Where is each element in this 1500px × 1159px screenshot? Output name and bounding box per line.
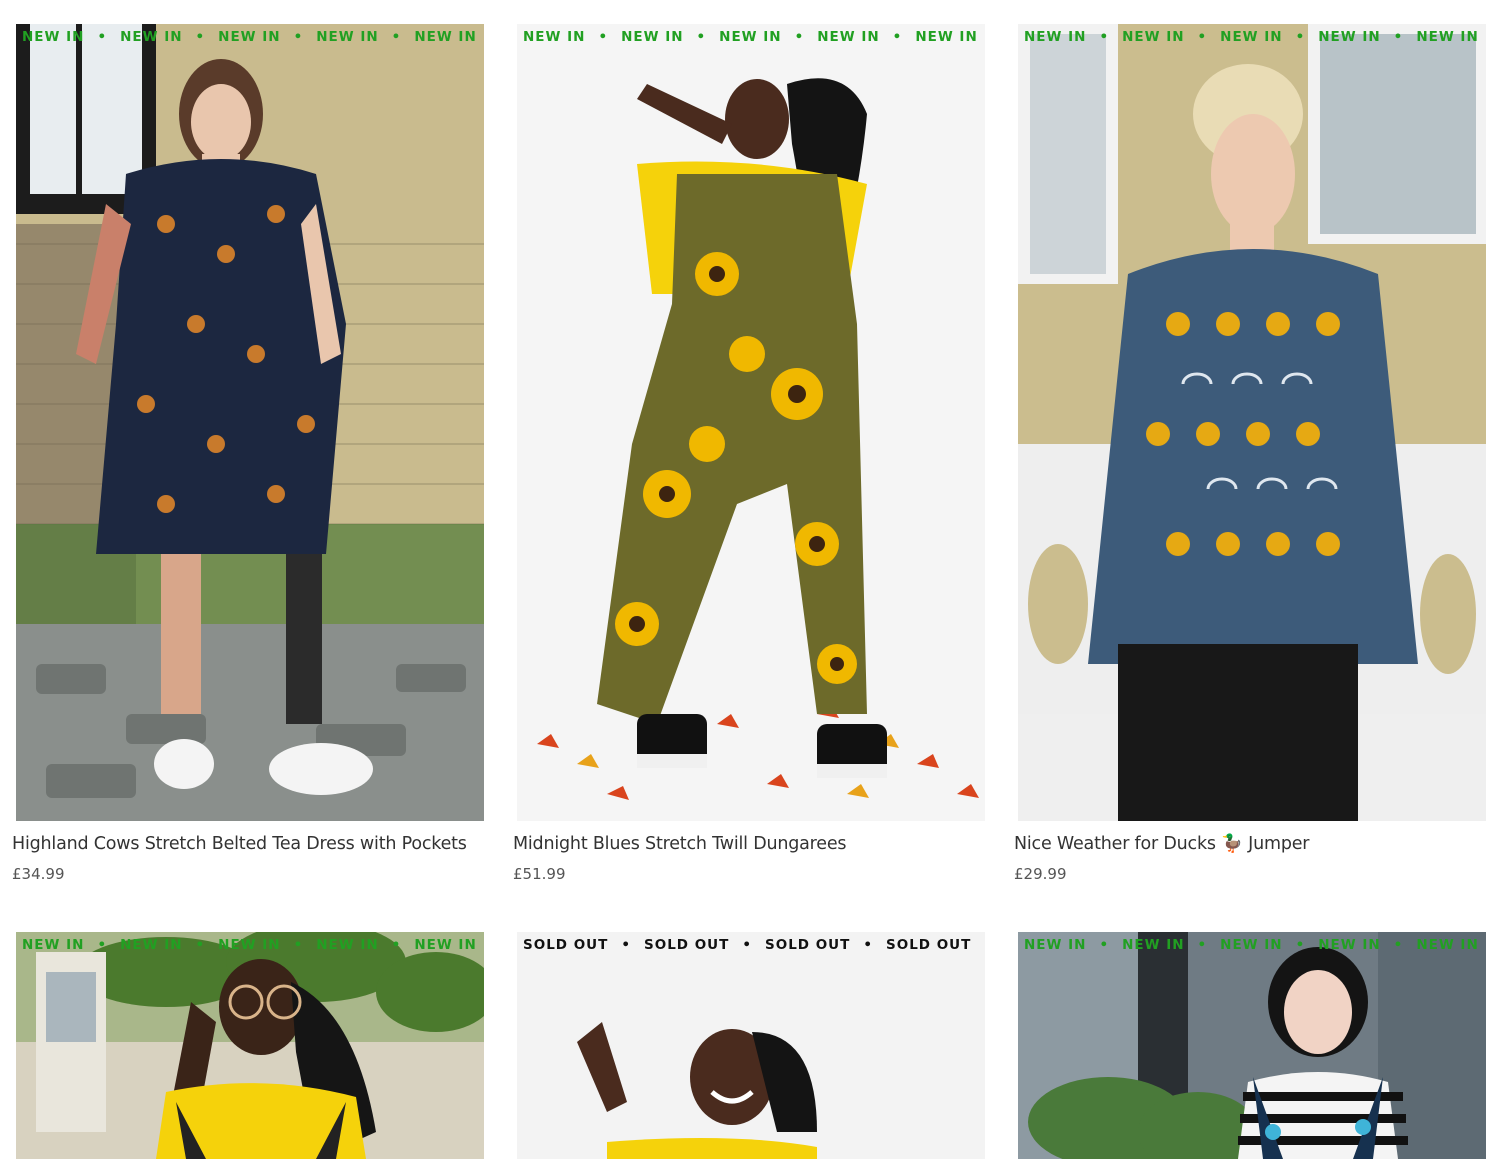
new-in-badge: NEW IN•NEW IN•NEW IN•NEW IN•NEW IN•NEW I… [1024, 29, 1479, 45]
product-price: £29.99 [1014, 865, 1067, 883]
product-price: £34.99 [12, 865, 65, 883]
sold-out-badge: SOLD OUT•SOLD OUT•SOLD OUT•SOLD OUT•SOLD… [523, 937, 985, 953]
product-image[interactable]: NEW IN•NEW IN•NEW IN•NEW IN•NEW IN•NEW I… [16, 932, 484, 1159]
new-in-badge: NEW IN•NEW IN•NEW IN•NEW IN•NEW IN•NEW I… [1024, 937, 1479, 953]
new-in-badge: NEW IN•NEW IN•NEW IN•NEW IN•NEW IN•NEW I… [22, 937, 477, 953]
product-image[interactable]: NEW IN•NEW IN•NEW IN•NEW IN•NEW IN•NEW I… [1018, 24, 1486, 821]
product-image[interactable]: NEW IN•NEW IN•NEW IN•NEW IN•NEW IN•NEW I… [517, 24, 985, 821]
product-title[interactable]: Highland Cows Stretch Belted Tea Dress w… [12, 834, 467, 854]
product-image[interactable]: NEW IN•NEW IN•NEW IN•NEW IN•NEW IN•NEW I… [16, 24, 484, 821]
product-image[interactable]: NEW IN•NEW IN•NEW IN•NEW IN•NEW IN•NEW I… [1018, 932, 1486, 1159]
product-image[interactable]: SOLD OUT•SOLD OUT•SOLD OUT•SOLD OUT•SOLD… [517, 932, 985, 1159]
product-price: £51.99 [513, 865, 566, 883]
product-title[interactable]: Nice Weather for Ducks 🦆 Jumper [1014, 834, 1310, 854]
new-in-badge: NEW IN•NEW IN•NEW IN•NEW IN•NEW IN•NEW I… [523, 29, 978, 45]
product-title[interactable]: Midnight Blues Stretch Twill Dungarees [513, 834, 847, 854]
new-in-badge: NEW IN•NEW IN•NEW IN•NEW IN•NEW IN•NEW I… [22, 29, 477, 45]
